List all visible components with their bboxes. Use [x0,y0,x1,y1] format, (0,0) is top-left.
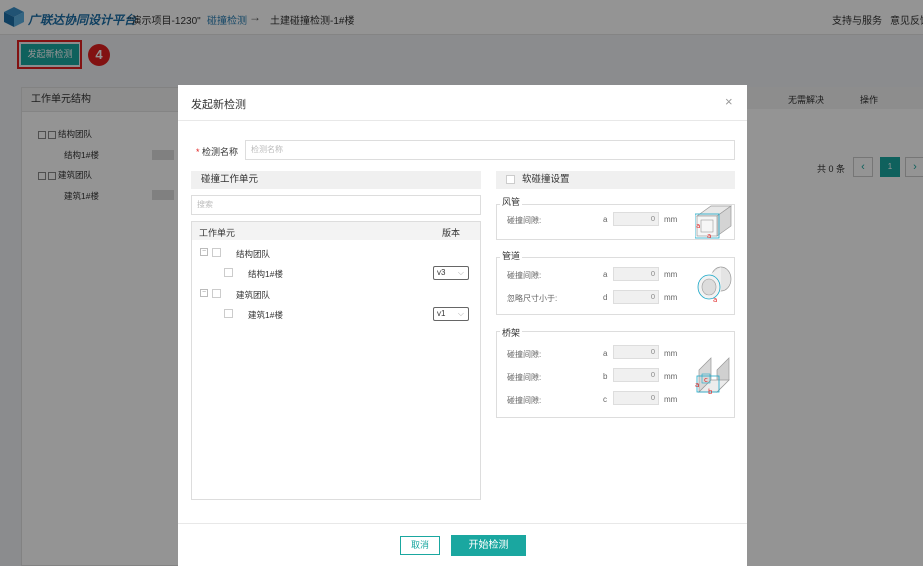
work-unit-table-header: 工作单元 版本 [192,222,480,240]
duct-gap-a-input[interactable]: 0 [613,212,659,226]
group-duct-title: 风管 [500,195,523,208]
pipe-ignore-d-input[interactable]: 0 [613,290,659,304]
chevron-down-icon: ⌵ [457,309,464,318]
soft-collision-checkbox[interactable] [506,175,515,184]
unit-mm: mm [664,372,678,381]
row-label: 碰撞间隙: [507,396,542,405]
row-label: 忽略尺寸小于: [507,294,558,303]
new-check-dialog: 发起新检测 × * 检测名称 检测名称 碰撞工作单元 搜索 工作单元 版本 − … [178,85,747,566]
svg-text:c: c [704,376,708,384]
svg-text:a: a [707,232,711,239]
tray-gap-b-input[interactable]: 0 [613,368,659,382]
tray-gap-c-input[interactable]: 0 [613,391,659,405]
checkbox[interactable] [224,309,233,318]
row-var: a [603,349,608,358]
group-tray-title: 桥架 [500,326,523,339]
collapse-icon[interactable]: − [200,248,208,256]
name-label-text: 检测名称 [202,147,239,157]
close-icon[interactable]: × [725,94,733,109]
version-value: v3 [437,268,446,277]
start-check-button[interactable]: 开始检测 [451,535,526,556]
col-work-unit: 工作单元 [199,228,236,238]
duct-diagram-icon: a a [695,205,733,239]
required-mark: * [196,147,200,157]
unit-structure-1: 结构1#楼 [248,269,283,279]
svg-text:a: a [695,381,699,389]
unit-mm: mm [664,293,678,302]
unit-architecture-1: 建筑1#楼 [248,310,283,320]
soft-collision-label: 软碰撞设置 [522,174,570,185]
collapse-icon[interactable]: − [200,289,208,297]
row-label: 碰撞间隙: [507,271,542,280]
work-unit-table: 工作单元 版本 − 结构团队 结构1#楼 v3 ⌵ − 建筑团队 建筑1#楼 v1… [191,221,481,500]
row-var: d [603,293,608,302]
row-var: a [603,270,608,279]
pipe-gap-a-input[interactable]: 0 [613,267,659,281]
version-value: v1 [437,309,446,318]
row-var: a [603,215,608,224]
svg-text:b: b [708,388,713,394]
unit-structure-team: 结构团队 [236,249,271,259]
svg-text:a: a [713,296,717,304]
version-select[interactable]: v1 ⌵ [433,307,469,321]
unit-mm: mm [664,349,678,358]
check-name-input[interactable]: 检测名称 [245,140,735,160]
unit-mm: mm [664,215,678,224]
divider [178,120,747,121]
version-select[interactable]: v3 ⌵ [433,266,469,280]
unit-architecture-team: 建筑团队 [236,290,271,300]
chevron-down-icon: ⌵ [457,268,464,277]
checkbox[interactable] [224,268,233,277]
row-var: c [603,395,607,404]
unit-mm: mm [664,395,678,404]
dialog-title: 发起新检测 [191,99,246,111]
group-pipe-title: 管道 [500,249,523,262]
unit-search-input[interactable]: 搜索 [191,195,481,215]
cable-tray-diagram-icon: a c b [695,357,730,394]
checkbox[interactable] [212,289,221,298]
cancel-button[interactable]: 取消 [400,536,440,555]
row-label: 碰撞间隙: [507,373,542,382]
section-collision-units: 碰撞工作单元 [191,171,481,189]
col-version: 版本 [442,228,461,238]
row-label: 碰撞间隙: [507,350,542,359]
divider [178,523,747,524]
unit-mm: mm [664,270,678,279]
row-var: b [603,372,608,381]
tray-gap-a-input[interactable]: 0 [613,345,659,359]
row-label: 碰撞间隙: [507,216,542,225]
svg-text:a: a [696,222,700,230]
checkbox[interactable] [212,248,221,257]
pipe-diagram-icon: a [697,266,732,304]
name-label: * 检测名称 [196,145,238,158]
section-soft-collision: 软碰撞设置 [496,171,735,189]
